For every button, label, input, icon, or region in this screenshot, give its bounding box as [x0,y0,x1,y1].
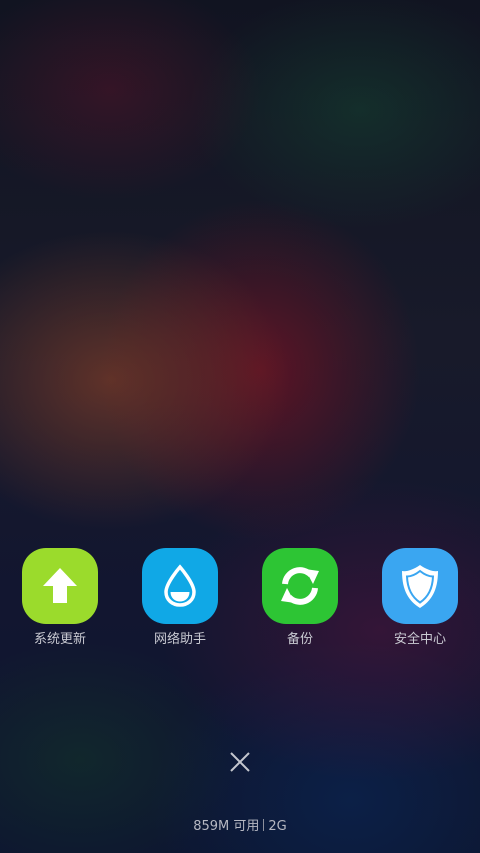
memory-total-text: 2G [268,819,287,834]
app-label: 网络助手 [153,632,206,647]
app-backup[interactable]: 备份 [250,548,350,658]
recent-apps-screen: 系统更新 网络助手 备份 安全中心 859M 可用 2G [0,0,480,853]
shield-icon [382,548,458,624]
app-label: 安全中心 [393,632,446,647]
app-system-update[interactable]: 系统更新 [10,548,110,658]
quick-apps-row: 系统更新 网络助手 备份 安全中心 [0,548,480,658]
close-icon [230,752,250,772]
water-drop-icon [142,548,218,624]
memory-free-text: 859M 可用 [193,819,260,834]
memory-status: 859M 可用 2G [0,818,480,836]
status-divider [263,819,265,831]
upload-arrow-icon [22,548,98,624]
blurred-wallpaper [0,0,480,853]
app-network-assistant[interactable]: 网络助手 [130,548,230,658]
app-label: 备份 [286,632,313,647]
app-security-center[interactable]: 安全中心 [370,548,470,658]
app-label: 系统更新 [33,632,86,647]
sync-icon [262,548,338,624]
close-button[interactable] [222,744,258,780]
